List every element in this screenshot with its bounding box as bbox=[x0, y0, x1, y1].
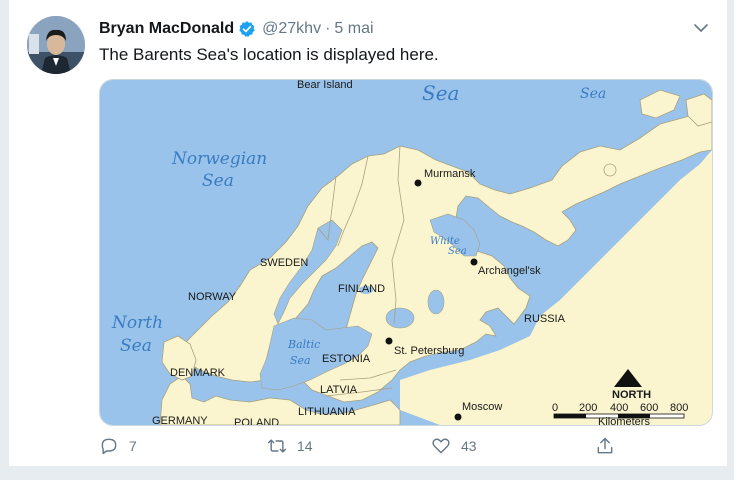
norway-label: NORWAY bbox=[188, 291, 237, 303]
tweet-text: The Barents Sea's location is displayed … bbox=[99, 45, 439, 64]
murmansk-dot bbox=[414, 179, 422, 187]
avatar[interactable] bbox=[27, 16, 85, 74]
chevron-down-icon[interactable] bbox=[693, 20, 709, 36]
reply-count: 7 bbox=[129, 438, 137, 454]
lake-ladoga bbox=[385, 307, 415, 329]
scale-tick-200: 200 bbox=[579, 402, 597, 414]
moscow-dot bbox=[454, 413, 462, 421]
scale-tick-400: 400 bbox=[610, 402, 628, 414]
poland-label: POLAND bbox=[234, 417, 279, 425]
finland-label: FINLAND bbox=[338, 283, 385, 295]
baltic-sea-label: Sea bbox=[290, 354, 311, 367]
verified-badge-icon bbox=[239, 21, 255, 37]
archangelsk-label: Archangel'sk bbox=[478, 265, 541, 277]
white-sea-label: Sea bbox=[448, 246, 467, 257]
tweet-card[interactable]: Bryan MacDonald @27khv · 5 mai The Baren… bbox=[8, 0, 728, 466]
like-count: 43 bbox=[461, 438, 477, 454]
north-label: North bbox=[111, 313, 163, 333]
reply-button[interactable]: 7 bbox=[99, 436, 137, 456]
sea-top-label: Sea bbox=[422, 81, 459, 105]
share-icon bbox=[597, 437, 613, 454]
retweet-button[interactable]: 14 bbox=[267, 436, 313, 456]
russia-label: RUSSIA bbox=[524, 313, 566, 325]
sea-top-right-label: Sea bbox=[580, 86, 606, 102]
scale-tick-800: 800 bbox=[670, 402, 688, 414]
compass-label: NORTH bbox=[612, 389, 651, 401]
baltic-label: Baltic bbox=[287, 338, 320, 351]
archangelsk-dot bbox=[470, 258, 478, 266]
scale-unit-label: Kilometers bbox=[598, 416, 650, 425]
tweet-actions: 7 14 43 bbox=[99, 436, 619, 462]
bear-island-label: Bear Island bbox=[297, 80, 353, 91]
tweet-date[interactable]: 5 mai bbox=[334, 20, 373, 38]
lake-finland-1 bbox=[344, 272, 356, 280]
st-petersburg-dot bbox=[385, 337, 393, 345]
murmansk-label: Murmansk bbox=[424, 168, 476, 180]
norwegian-sea-label: Sea bbox=[202, 171, 234, 191]
share-button[interactable] bbox=[595, 436, 625, 456]
heart-icon bbox=[432, 438, 450, 454]
author-handle[interactable]: @27khv bbox=[262, 20, 321, 38]
denmark-label: DENMARK bbox=[170, 367, 226, 379]
scale-tick-600: 600 bbox=[640, 402, 658, 414]
norwegian-label: Norwegian bbox=[171, 149, 267, 169]
retweet-count: 14 bbox=[297, 438, 313, 454]
scale-tick-0: 0 bbox=[552, 402, 558, 414]
sweden-label: SWEDEN bbox=[260, 257, 308, 269]
germany-label: GERMANY bbox=[152, 415, 208, 425]
like-button[interactable]: 43 bbox=[431, 436, 477, 456]
moscow-label: Moscow bbox=[462, 401, 502, 413]
lithuania-label: LITHUANIA bbox=[298, 406, 356, 418]
kolguyev-island bbox=[603, 163, 617, 177]
estonia-label: ESTONIA bbox=[322, 353, 371, 365]
tweet-image-map[interactable]: Sea Sea Norwegian Sea North Sea White Se… bbox=[99, 79, 713, 426]
st-petersburg-label: St. Petersburg bbox=[394, 345, 464, 357]
barents-sea-map: Sea Sea Norwegian Sea North Sea White Se… bbox=[100, 80, 712, 425]
avatar-photo bbox=[27, 16, 85, 74]
author-name[interactable]: Bryan MacDonald bbox=[99, 20, 234, 38]
lake-onega bbox=[427, 289, 445, 315]
separator-dot: · bbox=[325, 20, 331, 37]
latvia-label: LATVIA bbox=[320, 384, 358, 396]
retweet-icon bbox=[267, 439, 287, 453]
tweet-header: Bryan MacDonald @27khv · 5 mai bbox=[99, 18, 374, 40]
north-sea-label: Sea bbox=[120, 336, 152, 356]
reply-icon bbox=[101, 438, 117, 455]
